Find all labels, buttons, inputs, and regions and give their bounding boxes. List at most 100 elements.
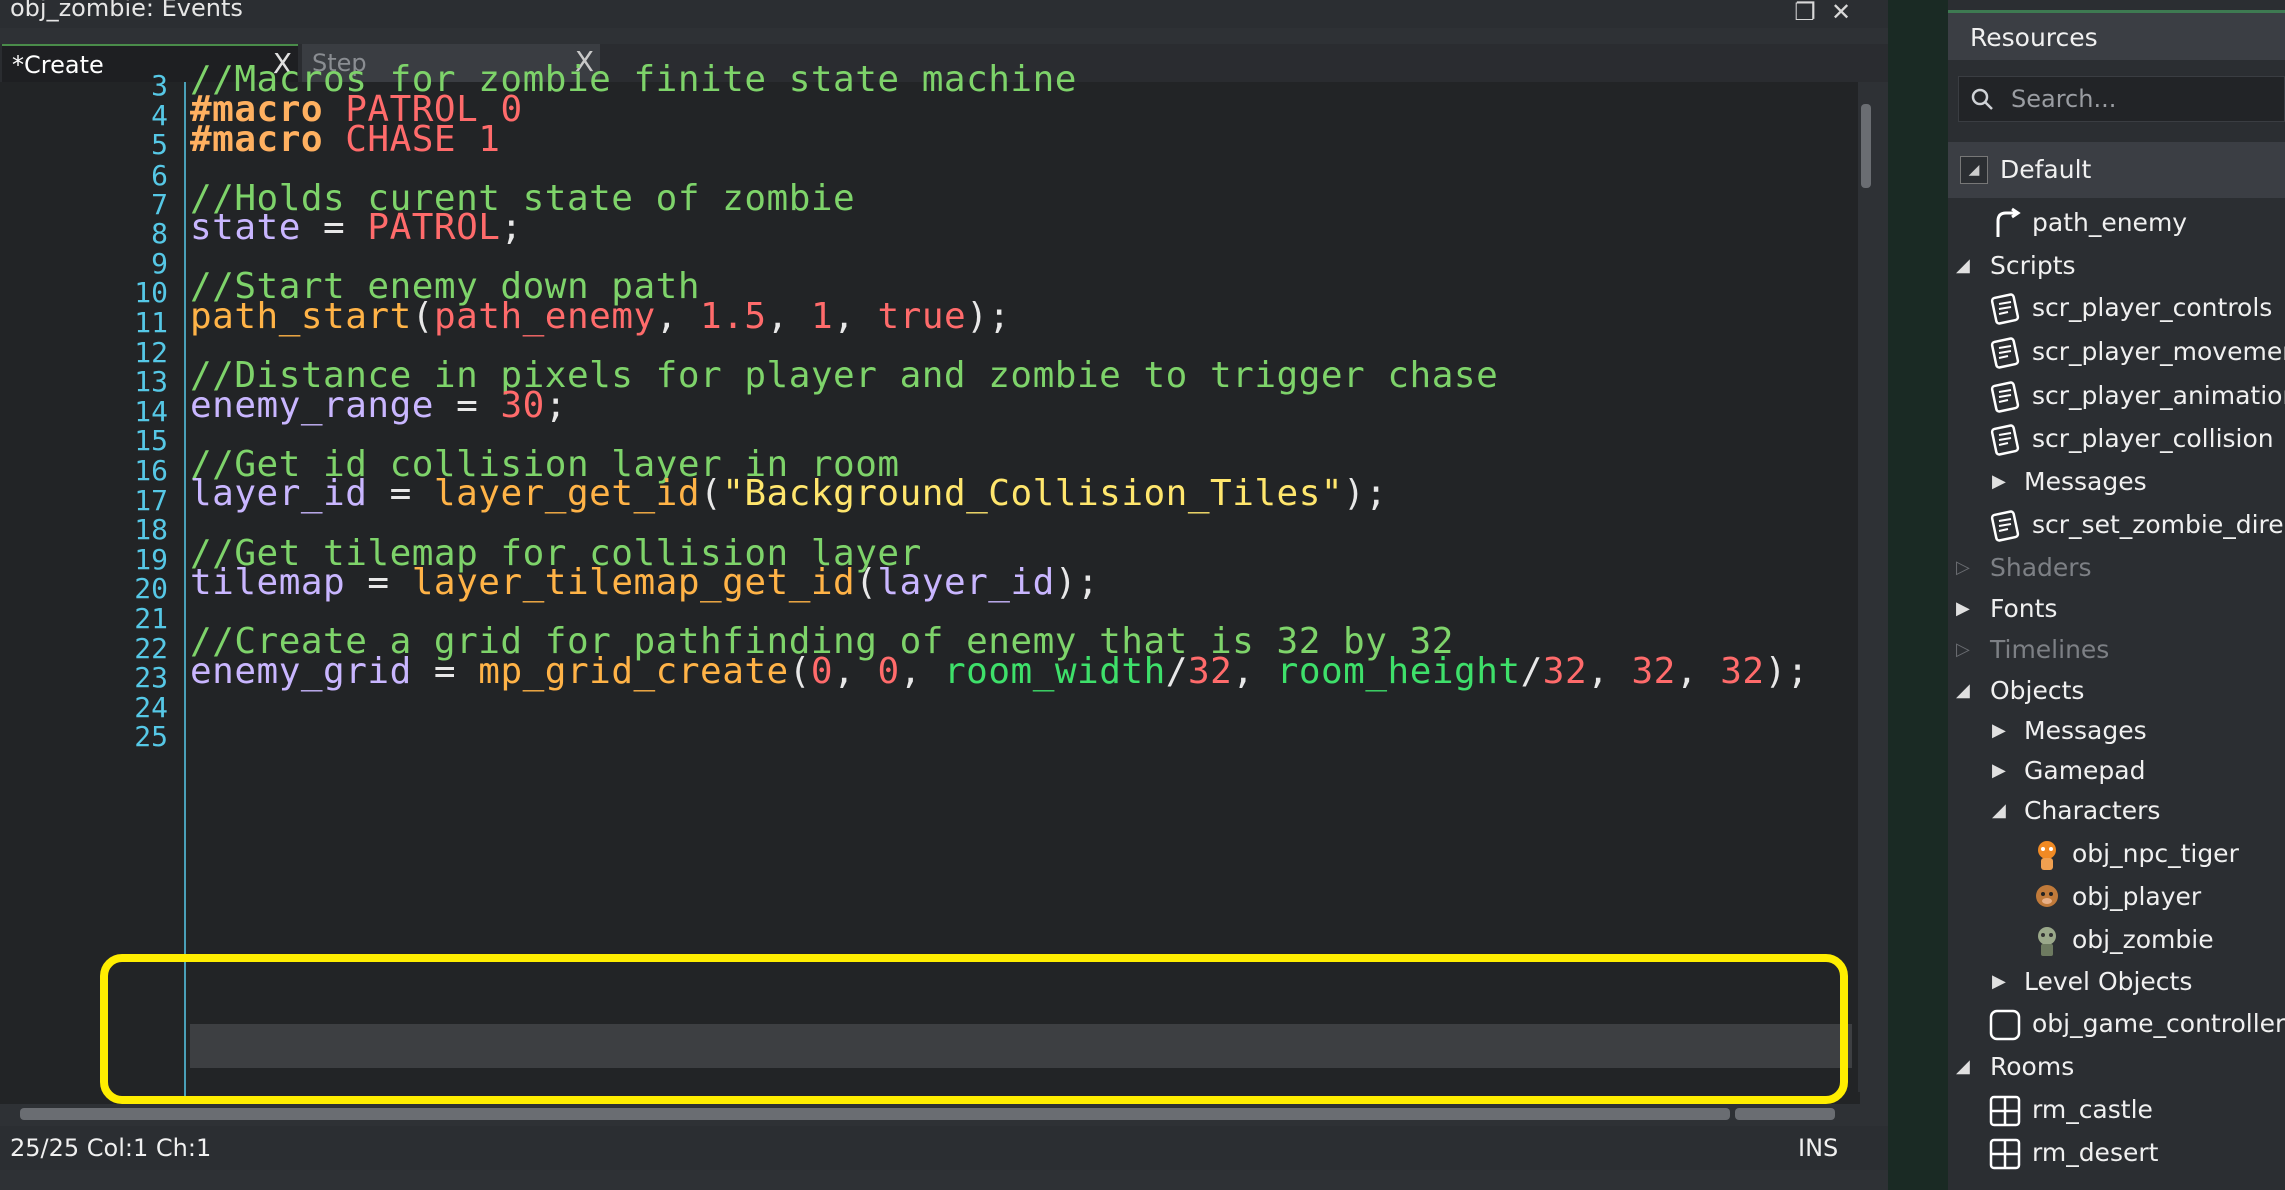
folder-arrow-icon[interactable]: ▶ xyxy=(1992,462,2012,502)
folder-arrow-icon[interactable]: ◢ xyxy=(1992,791,2012,831)
tree-item-label: obj_player xyxy=(2072,882,2202,911)
punctuation: ( xyxy=(411,296,434,337)
punctuation: , xyxy=(766,296,811,337)
number: 0 xyxy=(500,89,523,130)
status-bar: 25/25 Col:1 Ch:1 INS xyxy=(0,1126,1888,1170)
tree-item-rm-desert[interactable]: rm_desert xyxy=(1948,1133,2285,1173)
restore-icon[interactable]: ❐ xyxy=(1790,0,1820,28)
tree-folder-objects[interactable]: ◢ Objects xyxy=(1948,671,2285,711)
group-collapse-icon[interactable]: ◢ xyxy=(1960,156,1988,184)
tree-item-label: obj_game_controller xyxy=(2032,1009,2285,1038)
tab-label: *Create xyxy=(12,51,104,79)
folder-arrow-icon[interactable]: ▶ xyxy=(1992,711,2012,751)
close-icon[interactable]: ✕ xyxy=(1826,0,1856,28)
constant: PATROL xyxy=(367,207,501,248)
string: "Background_Collision_Tiles" xyxy=(722,473,1344,514)
variable: tilemap xyxy=(190,562,346,603)
tree-item-scr-player-movement[interactable]: scr_player_movement xyxy=(1948,332,2285,372)
script-icon xyxy=(1990,424,2020,456)
tree-item-obj-zombie[interactable]: obj_zombie xyxy=(1948,920,2285,960)
script-icon xyxy=(1990,381,2020,413)
tree-item-label: rm_castle xyxy=(2032,1095,2153,1124)
variable: layer_id xyxy=(877,562,1055,603)
variable: state xyxy=(190,207,301,248)
tree-item-label: scr_player_animation xyxy=(2032,381,2285,410)
tree-folder-gamepad[interactable]: ▶ Gamepad xyxy=(1948,751,2285,791)
resources-header: Resources xyxy=(1948,10,2285,60)
folder-arrow-icon[interactable]: ▷ xyxy=(1956,548,1976,588)
code-editor[interactable]: 3 4 5 6 7 8 9 10 11 12 13 14 15 16 17 18… xyxy=(0,59,1860,1104)
code-line-17: layer_id = layer_get_id("Background_Coll… xyxy=(190,472,1387,516)
tree-item-label: Timelines xyxy=(1990,635,2110,664)
tree-item-scr-player-collision[interactable]: scr_player_collision xyxy=(1948,419,2285,459)
function: mp_grid_create xyxy=(478,651,789,692)
code-editor-window: obj_zombie: Events ❐ ✕ *Create X Step X … xyxy=(0,0,1888,1190)
builtin-variable: room_height xyxy=(1276,651,1521,692)
tree-item-label: Objects xyxy=(1990,676,2085,705)
code-line-23: enemy_grid = mp_grid_create(0, 0, room_w… xyxy=(190,650,1809,694)
punctuation: , xyxy=(1675,651,1721,692)
horizontal-scrollbar[interactable] xyxy=(0,1104,1860,1122)
room-icon xyxy=(1989,1138,2021,1170)
tree-item-obj-game-controller[interactable]: obj_game_controller xyxy=(1948,1004,2285,1044)
search-placeholder: Search... xyxy=(2011,85,2117,113)
punctuation: , xyxy=(1587,651,1632,692)
tree-item-scr-set-zombie-direction[interactable]: scr_set_zombie_directio xyxy=(1948,505,2285,545)
scroll-thumb-end xyxy=(1735,1108,1835,1120)
punctuation: ( xyxy=(855,562,878,603)
folder-arrow-icon[interactable]: ◢ xyxy=(1956,1047,1976,1087)
number: 1.5 xyxy=(700,296,767,337)
tree-folder-fonts[interactable]: ▶ Fonts xyxy=(1948,589,2285,629)
resource-group-default[interactable]: ◢ Default xyxy=(1948,142,2285,198)
punctuation: ); xyxy=(1054,562,1100,603)
tree-item-path-enemy[interactable]: path_enemy xyxy=(1948,203,2285,243)
folder-arrow-icon[interactable]: ▶ xyxy=(1992,962,2012,1002)
folder-arrow-icon[interactable]: ▶ xyxy=(1956,589,1976,629)
scroll-thumb[interactable] xyxy=(20,1108,1730,1120)
tree-item-scr-player-controls[interactable]: scr_player_controls xyxy=(1948,288,2285,328)
number: 0 xyxy=(810,651,834,692)
vertical-scrollbar[interactable] xyxy=(1858,82,1874,1092)
code-lines[interactable]: //Macros for zombie finite state machine… xyxy=(190,59,1856,1104)
tree-folder-messages-scripts[interactable]: ▶ Messages xyxy=(1948,462,2285,502)
tree-item-obj-npc-tiger[interactable]: obj_npc_tiger xyxy=(1948,834,2285,874)
folder-arrow-icon[interactable]: ▶ xyxy=(1992,751,2012,791)
number: 1 xyxy=(478,119,501,160)
tree-item-obj-player[interactable]: obj_player xyxy=(1948,877,2285,917)
tree-folder-messages-objects[interactable]: ▶ Messages xyxy=(1948,711,2285,751)
line-number-gutter: 3 4 5 6 7 8 9 10 11 12 13 14 15 16 17 18… xyxy=(0,69,186,1104)
tree-item-label: Messages xyxy=(2024,467,2147,496)
tree-item-label: Fonts xyxy=(1990,594,2058,623)
resources-search-input[interactable]: Search... xyxy=(1958,76,2285,122)
folder-arrow-icon[interactable]: ◢ xyxy=(1956,671,1976,711)
punctuation: ); xyxy=(1764,651,1809,692)
tree-item-label: Shaders xyxy=(1990,553,2092,582)
operator: / xyxy=(1520,651,1543,692)
punctuation: , xyxy=(1232,651,1277,692)
tree-folder-scripts[interactable]: ◢ Scripts xyxy=(1948,246,2285,286)
tree-folder-rooms[interactable]: ◢ Rooms xyxy=(1948,1047,2285,1087)
tree-folder-shaders[interactable]: ▷ Shaders xyxy=(1948,548,2285,588)
cursor-position: 25/25 Col:1 Ch:1 xyxy=(10,1134,212,1162)
path-icon xyxy=(1996,207,2021,237)
insert-mode: INS xyxy=(1798,1134,1839,1162)
tree-item-label: obj_zombie xyxy=(2072,925,2214,954)
folder-arrow-icon[interactable]: ▷ xyxy=(1956,630,1976,670)
tree-folder-timelines[interactable]: ▷ Timelines xyxy=(1948,630,2285,670)
tree-folder-characters[interactable]: ◢ Characters xyxy=(1948,791,2285,831)
tree-folder-level-objects[interactable]: ▶ Level Objects xyxy=(1948,962,2285,1002)
scroll-thumb[interactable] xyxy=(1861,104,1871,188)
number: 32 xyxy=(1542,651,1588,692)
punctuation: , xyxy=(655,296,701,337)
sprite-icon xyxy=(2036,885,2058,907)
tree-item-scr-player-animation[interactable]: scr_player_animation xyxy=(1948,376,2285,416)
script-icon xyxy=(1990,337,2020,369)
tree-item-rm-castle[interactable]: rm_castle xyxy=(1948,1090,2285,1130)
tree-item-label: Scripts xyxy=(1990,251,2076,280)
tree-item-label: Messages xyxy=(2024,716,2147,745)
number: 32 xyxy=(1720,651,1765,692)
tree-item-label: obj_npc_tiger xyxy=(2072,839,2239,868)
folder-arrow-icon[interactable]: ◢ xyxy=(1956,246,1976,286)
tree-item-label: scr_player_collision xyxy=(2032,424,2274,453)
tree-item-label: rm_desert xyxy=(2032,1138,2159,1167)
